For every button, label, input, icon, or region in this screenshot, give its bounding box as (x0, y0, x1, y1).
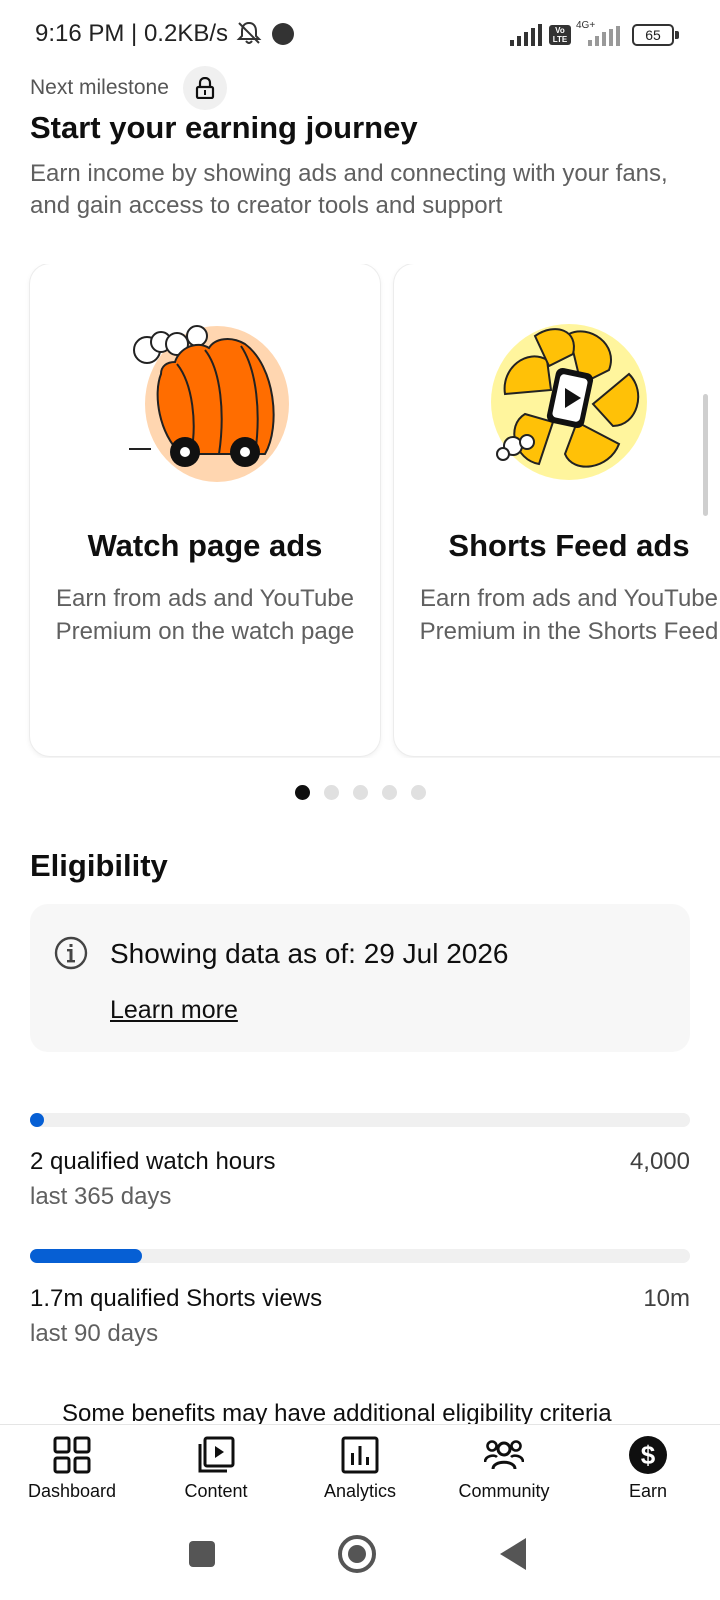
system-navigation-bar (0, 1514, 720, 1600)
notification-dot-icon (272, 23, 294, 45)
benefits-carousel[interactable]: Watch page ads Earn from ads and YouTube… (0, 264, 720, 758)
bottom-navigation: Dashboard Content Analytics Community $ … (0, 1424, 720, 1514)
shorts-views-progress-fill (30, 1249, 143, 1263)
svg-text:$: $ (641, 1440, 656, 1470)
page-title: Start your earning journey (30, 110, 418, 145)
nav-item-earn[interactable]: $ Earn (576, 1425, 720, 1515)
status-bar: 9:16 PM | 0.2KB/s Vo LTE 4G+ 65 (0, 0, 720, 70)
shorts-views-period: last 90 days (30, 1320, 159, 1347)
battery-icon: 65 (632, 24, 679, 46)
orange-cart-illustration (129, 325, 289, 482)
nav-item-community[interactable]: Community (432, 1425, 576, 1515)
yellow-shorts-illustration (491, 324, 647, 480)
nav-item-analytics[interactable]: Analytics (288, 1425, 432, 1515)
card-description: Earn from ads and YouTube Premium in the… (419, 585, 719, 645)
nav-label: Community (458, 1481, 550, 1501)
watch-hours-label: 2 qualified watch hours (30, 1148, 276, 1175)
recents-icon[interactable] (189, 1541, 215, 1567)
shorts-views-label: 1.7m qualified Shorts views (30, 1285, 323, 1312)
info-icon (54, 936, 88, 970)
content-icon (198, 1436, 235, 1473)
shorts-views-goal: 10m (643, 1285, 690, 1312)
nav-label: Dashboard (27, 1481, 117, 1501)
nav-item-content[interactable]: Content (144, 1425, 288, 1515)
benefit-card-shorts-feed-ads[interactable]: Shorts Feed ads Earn from ads and YouTub… (394, 264, 720, 756)
benefit-card-watch-page-ads[interactable]: Watch page ads Earn from ads and YouTube… (30, 264, 380, 756)
home-icon[interactable] (338, 1535, 376, 1573)
milestone-row: Next milestone (30, 66, 227, 110)
lock-icon (182, 66, 227, 110)
carousel-dot-5[interactable] (410, 785, 426, 800)
bell-muted-icon (236, 21, 262, 44)
community-icon (484, 1440, 524, 1470)
card-title: Shorts Feed ads (448, 528, 690, 563)
eligibility-heading: Eligibility (30, 848, 168, 883)
scrollbar-thumb[interactable] (703, 394, 708, 516)
carousel-pagination (0, 785, 720, 800)
watch-hours-progress-fill (30, 1113, 44, 1127)
status-time: 9:16 PM | 0.2KB/s (35, 20, 228, 47)
card-title: Watch page ads (87, 528, 323, 563)
data-as-of-text: Showing data as of: 29 Jul 2026 (110, 938, 509, 969)
milestone-label: Next milestone (30, 76, 169, 99)
watch-hours-goal: 4,000 (629, 1148, 690, 1175)
volte-icon: Vo LTE (549, 25, 571, 45)
carousel-dot-3[interactable] (352, 785, 368, 800)
signal-icon (510, 24, 542, 46)
page-description: Earn income by showing ads and connectin… (30, 160, 668, 219)
data-info-box: Showing data as of: 29 Jul 2026 Learn mo… (30, 904, 690, 1052)
carousel-dot-2[interactable] (323, 785, 339, 800)
nav-label: Earn (628, 1481, 668, 1501)
learn-more-link[interactable]: Learn more (110, 996, 238, 1025)
nav-item-dashboard[interactable]: Dashboard (0, 1425, 144, 1515)
dashboard-icon (53, 1436, 91, 1474)
analytics-icon (341, 1436, 379, 1474)
nav-label: Content (184, 1481, 248, 1501)
watch-hours-progress-bar (30, 1113, 690, 1127)
nav-label: Analytics (323, 1481, 397, 1501)
earn-icon: $ (629, 1436, 667, 1474)
network-4g-icon: 4G+ (576, 20, 622, 46)
carousel-dot-1[interactable] (294, 785, 310, 800)
back-icon[interactable] (500, 1538, 526, 1570)
carousel-dot-4[interactable] (381, 785, 397, 800)
card-description: Earn from ads and YouTube Premium on the… (55, 585, 355, 645)
shorts-views-progress-bar (30, 1249, 690, 1263)
watch-hours-period: last 365 days (30, 1183, 172, 1210)
